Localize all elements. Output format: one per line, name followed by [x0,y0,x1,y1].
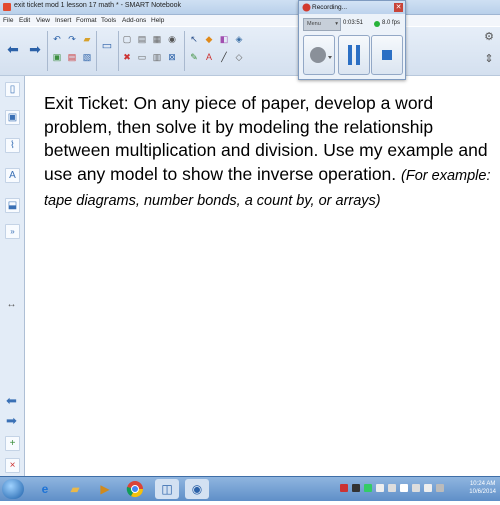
tray-power-icon[interactable] [412,484,420,492]
properties-icon[interactable]: A [5,168,20,183]
menu-view[interactable]: View [36,17,50,24]
menu-bar: File Edit View Insert Format Tools Add-o… [0,15,500,26]
smart-notebook-app-icon [3,3,11,11]
add-page-side-icon[interactable]: + [5,436,20,451]
next-page-icon[interactable]: ➡ [5,414,18,427]
resize-handle-icon[interactable]: ↔ [5,298,18,311]
toolbar-position-icon[interactable]: ⇕ [482,52,496,66]
menu-help[interactable]: Help [151,17,164,24]
internet-explorer-icon[interactable]: e [33,479,57,499]
magic-pen-icon[interactable]: ◆ [203,33,215,45]
page-sorter-icon[interactable]: ▯ [5,82,20,97]
add-ons-icon[interactable]: ⬓ [5,198,20,213]
dual-page-icon[interactable]: ⊠ [166,51,178,63]
pause-icon [348,45,360,65]
main-toolbar: ⬅ ➡ ↶ ↷ ▰ ▣ ▤ ▧ ▭ ▢ ▤ ▦ ◉ ✖ ▭ ▥ ⊠ ↖ ◆ ◧ … [0,27,500,76]
fill-icon[interactable]: ◈ [233,33,245,45]
table-icon[interactable]: ▦ [151,33,163,45]
back-arrow-icon[interactable]: ⬅ [6,42,20,56]
smart-notebook-task-icon[interactable]: ◫ [155,479,179,499]
side-tab-bar: ▯ ▣ ⌇ A ⬓ » ↔ ⬅ ➡ + × [0,76,25,476]
chevron-down-icon: ▾ [335,21,338,27]
tray-volume-icon[interactable] [424,484,432,492]
copy-icon[interactable]: ▤ [136,33,148,45]
record-dot-icon [310,47,332,63]
shape-icon[interactable]: ◇ [233,51,245,63]
previous-page-icon[interactable]: ⬅ [5,394,18,407]
tray-app-icon[interactable] [340,484,348,492]
forward-arrow-icon[interactable]: ➡ [28,42,42,56]
recorder-title: Recording... [312,4,348,11]
status-indicator-icon [374,21,380,27]
screen-shade-icon[interactable]: ▭ [100,39,114,53]
full-screen-icon[interactable]: ▭ [136,51,148,63]
window-title: exit ticket mod 1 lesson 17 math * - SMA… [14,2,182,9]
tray-network-icon[interactable] [388,484,396,492]
clock-date: 10/6/2014 [469,489,496,495]
gear-icon[interactable]: ⚙ [482,30,496,44]
menu-addons[interactable]: Add-ons [122,17,146,24]
camera-icon[interactable]: ◉ [166,33,178,45]
file-explorer-icon[interactable]: ▰ [63,479,87,499]
stop-button[interactable] [371,35,403,75]
system-clock[interactable]: 10:24 AM 10/6/2014 [469,480,496,496]
attachments-icon[interactable]: ⌇ [5,138,20,153]
save-icon[interactable]: ▧ [81,51,93,63]
eraser-icon[interactable]: ◧ [218,33,230,45]
add-page-icon[interactable]: ▣ [51,51,63,63]
title-bar: exit ticket mod 1 lesson 17 math * - SMA… [0,0,500,15]
line-icon[interactable]: ╱ [218,51,230,63]
delete-page-icon[interactable]: ▤ [66,51,78,63]
record-button[interactable] [303,35,335,75]
recorder-app-icon [302,3,311,12]
exit-ticket-text-box[interactable]: Exit Ticket: On any piece of paper, deve… [44,92,494,214]
pause-button[interactable] [338,35,370,75]
menu-format[interactable]: Format [76,17,97,24]
tray-printer-icon[interactable] [400,484,408,492]
chrome-icon[interactable] [123,479,147,499]
start-button[interactable] [2,479,24,499]
tray-flag-icon[interactable] [376,484,384,492]
media-player-icon[interactable]: ▶ [93,479,117,499]
recording-elapsed-time: 0:03:51 [343,20,364,26]
delete-icon[interactable]: ✖ [121,51,133,63]
tray-green-icon[interactable] [364,484,372,492]
display-icon[interactable]: ▥ [151,51,163,63]
clock-time: 10:24 AM [469,481,496,487]
windows-taskbar: e ▰ ▶ ◫ ◉ 10:24 AM 10/6/2014 [0,476,500,501]
text-icon[interactable]: A [203,51,215,63]
recorder-title-bar: Recording... ✕ [299,1,405,14]
recorder-task-icon[interactable]: ◉ [185,479,209,499]
recorder-menu-dropdown[interactable]: Menu ▾ [303,18,341,31]
open-folder-icon[interactable]: ▰ [81,33,93,45]
menu-tools[interactable]: Tools [101,17,116,24]
paste-icon[interactable]: ▢ [121,33,133,45]
recording-fps: 8.0 fps [382,20,401,26]
stop-icon [382,50,392,60]
recorder-window: Recording... ✕ Menu ▾ 0:03:51 8.0 fps [298,0,406,80]
menu-insert[interactable]: Insert [55,17,71,24]
redo-icon[interactable]: ↷ [66,33,78,45]
delete-page-side-icon[interactable]: × [5,458,20,473]
menu-edit[interactable]: Edit [19,17,30,24]
tray-speaker-icon[interactable] [436,484,444,492]
gallery-icon[interactable]: ▣ [5,110,20,125]
undo-icon[interactable]: ↶ [51,33,63,45]
close-icon[interactable]: ✕ [394,3,403,12]
expand-sidebar-icon[interactable]: » [5,224,20,239]
menu-file[interactable]: File [3,17,13,24]
select-arrow-icon[interactable]: ↖ [188,33,200,45]
recorder-menu-label: Menu [307,21,321,27]
pens-icon[interactable]: ✎ [188,51,200,63]
tray-pdf-icon[interactable] [352,484,360,492]
